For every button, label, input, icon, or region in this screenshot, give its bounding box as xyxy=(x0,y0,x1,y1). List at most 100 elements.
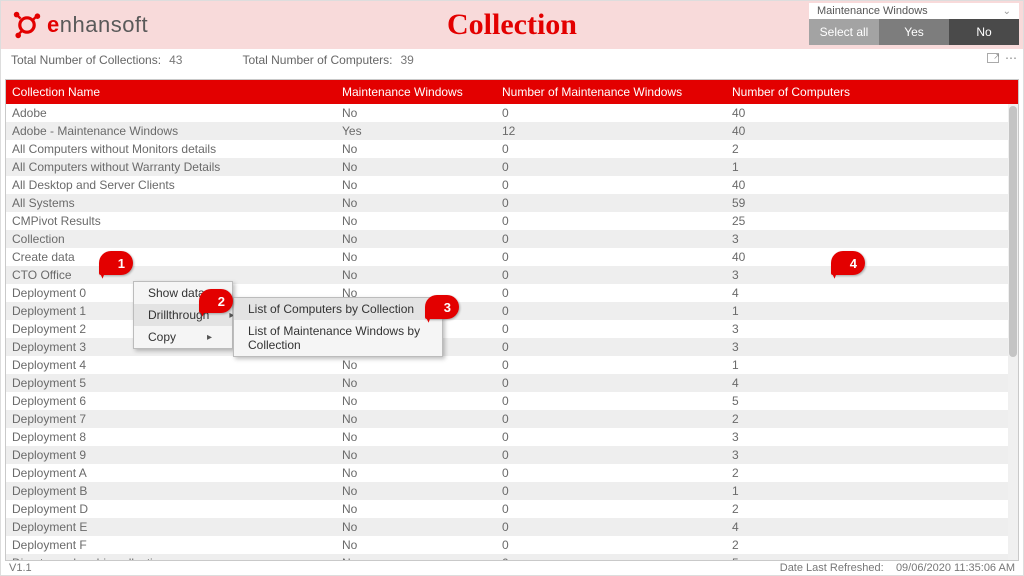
table-row[interactable]: All Desktop and Server ClientsNo040 xyxy=(6,176,1008,194)
cell-collection-name: All Systems xyxy=(6,196,336,210)
cell-num-maintenance-windows: 0 xyxy=(496,286,726,300)
cell-collection-name: Deployment 7 xyxy=(6,412,336,426)
cell-collection-name: CTO Office xyxy=(6,268,336,282)
summary-bar: Total Number of Collections: 43 Total Nu… xyxy=(1,49,1023,71)
focus-mode-icon[interactable]: ↗ xyxy=(987,53,999,63)
filter-no-button[interactable]: No xyxy=(949,19,1019,45)
table-row[interactable]: Direct membership collectionNo05 xyxy=(6,554,1008,560)
cell-collection-name: Deployment 5 xyxy=(6,376,336,390)
cell-num-maintenance-windows: 0 xyxy=(496,502,726,516)
ctx-copy[interactable]: Copy▸ xyxy=(134,326,232,348)
filter-dropdown[interactable]: Maintenance Windows ⌄ xyxy=(809,3,1019,19)
cell-maintenance-windows: No xyxy=(336,502,496,516)
vertical-scrollbar[interactable] xyxy=(1008,104,1018,560)
table-row[interactable]: All SystemsNo059 xyxy=(6,194,1008,212)
table-row[interactable]: CMPivot ResultsNo025 xyxy=(6,212,1008,230)
cell-num-maintenance-windows: 0 xyxy=(496,520,726,534)
cell-num-maintenance-windows: 0 xyxy=(496,250,726,264)
cell-maintenance-windows: No xyxy=(336,520,496,534)
cell-maintenance-windows: No xyxy=(336,232,496,246)
refreshed-label: Date Last Refreshed: xyxy=(780,562,884,574)
submenu-arrow-icon: ▸ xyxy=(207,332,212,343)
table-row[interactable]: Deployment 5No04 xyxy=(6,374,1008,392)
table-header: Collection Name Maintenance Windows Numb… xyxy=(6,80,1018,104)
cell-num-maintenance-windows: 0 xyxy=(496,196,726,210)
cell-num-maintenance-windows: 0 xyxy=(496,448,726,462)
version-label: V1.1 xyxy=(9,562,32,574)
cell-num-computers: 2 xyxy=(726,142,1008,156)
cell-num-computers: 1 xyxy=(726,484,1008,498)
col-collection-name[interactable]: Collection Name xyxy=(6,85,336,99)
table-row[interactable]: Deployment BNo01 xyxy=(6,482,1008,500)
table-row[interactable]: Deployment ENo04 xyxy=(6,518,1008,536)
table-row[interactable]: All Computers without Warranty DetailsNo… xyxy=(6,158,1008,176)
cell-collection-name: All Desktop and Server Clients xyxy=(6,178,336,192)
annotation-4: 4 xyxy=(831,251,865,275)
cell-num-computers: 4 xyxy=(726,286,1008,300)
annotation-1: 1 xyxy=(99,251,133,275)
cell-num-computers: 1 xyxy=(726,304,1008,318)
table-row[interactable]: Deployment 8No03 xyxy=(6,428,1008,446)
table-row[interactable]: All Computers without Monitors detailsNo… xyxy=(6,140,1008,158)
table-row[interactable]: Deployment 4No01 xyxy=(6,356,1008,374)
cell-num-computers: 2 xyxy=(726,538,1008,552)
filter-yes-button[interactable]: Yes xyxy=(879,19,949,45)
cell-maintenance-windows: No xyxy=(336,412,496,426)
cell-collection-name: Create data xyxy=(6,250,336,264)
cell-num-maintenance-windows: 0 xyxy=(496,412,726,426)
cell-collection-name: CMPivot Results xyxy=(6,214,336,228)
cell-collection-name: Adobe xyxy=(6,106,336,120)
cell-num-computers: 1 xyxy=(726,358,1008,372)
cell-collection-name: Direct membership collection xyxy=(6,556,336,560)
col-num-computers[interactable]: Number of Computers xyxy=(726,85,1018,99)
cell-num-computers: 2 xyxy=(726,502,1008,516)
cell-num-computers: 4 xyxy=(726,520,1008,534)
refreshed-value: 09/06/2020 11:35:06 AM xyxy=(896,562,1015,574)
cell-num-maintenance-windows: 12 xyxy=(496,124,726,138)
table-row[interactable]: Adobe - Maintenance WindowsYes1240 xyxy=(6,122,1008,140)
cell-num-maintenance-windows: 0 xyxy=(496,160,726,174)
cell-num-maintenance-windows: 0 xyxy=(496,142,726,156)
cell-num-computers: 3 xyxy=(726,322,1008,336)
total-collections-label: Total Number of Collections: xyxy=(11,53,161,67)
ctx-list-maint-windows[interactable]: List of Maintenance Windows by Collectio… xyxy=(234,320,442,356)
cell-num-maintenance-windows: 0 xyxy=(496,538,726,552)
total-computers-value: 39 xyxy=(401,53,414,67)
scrollbar-thumb[interactable] xyxy=(1009,106,1017,357)
cell-maintenance-windows: No xyxy=(336,538,496,552)
table-row[interactable]: Deployment 7No02 xyxy=(6,410,1008,428)
cell-maintenance-windows: No xyxy=(336,214,496,228)
col-maintenance-windows[interactable]: Maintenance Windows xyxy=(336,85,496,99)
table-row[interactable]: CollectionNo03 xyxy=(6,230,1008,248)
context-submenu: List of Computers by Collection List of … xyxy=(233,297,443,357)
cell-maintenance-windows: No xyxy=(336,376,496,390)
table-row[interactable]: Deployment ANo02 xyxy=(6,464,1008,482)
cell-maintenance-windows: No xyxy=(336,178,496,192)
cell-num-computers: 3 xyxy=(726,340,1008,354)
more-options-icon[interactable]: ⋯ xyxy=(1005,51,1017,65)
table-row[interactable]: Deployment DNo02 xyxy=(6,500,1008,518)
cell-maintenance-windows: No xyxy=(336,106,496,120)
table-row[interactable]: Deployment 9No03 xyxy=(6,446,1008,464)
cell-collection-name: Deployment B xyxy=(6,484,336,498)
col-num-maintenance-windows[interactable]: Number of Maintenance Windows xyxy=(496,85,726,99)
filter-select-all-button[interactable]: Select all xyxy=(809,19,879,45)
cell-num-computers: 3 xyxy=(726,232,1008,246)
cell-collection-name: Adobe - Maintenance Windows xyxy=(6,124,336,138)
cell-num-maintenance-windows: 0 xyxy=(496,358,726,372)
cell-num-computers: 3 xyxy=(726,268,1008,282)
cell-collection-name: Deployment E xyxy=(6,520,336,534)
cell-num-computers: 40 xyxy=(726,250,1008,264)
cell-num-maintenance-windows: 0 xyxy=(496,484,726,498)
cell-collection-name: Deployment 9 xyxy=(6,448,336,462)
cell-collection-name: Deployment 4 xyxy=(6,358,336,372)
cell-num-computers: 25 xyxy=(726,214,1008,228)
cell-num-maintenance-windows: 0 xyxy=(496,322,726,336)
table-row[interactable]: Deployment 6No05 xyxy=(6,392,1008,410)
table-row[interactable]: AdobeNo040 xyxy=(6,104,1008,122)
annotation-3: 3 xyxy=(425,295,459,319)
cell-collection-name: Deployment 6 xyxy=(6,394,336,408)
cell-num-maintenance-windows: 0 xyxy=(496,394,726,408)
table-row[interactable]: Deployment FNo02 xyxy=(6,536,1008,554)
ctx-list-computers[interactable]: List of Computers by Collection xyxy=(234,298,442,320)
